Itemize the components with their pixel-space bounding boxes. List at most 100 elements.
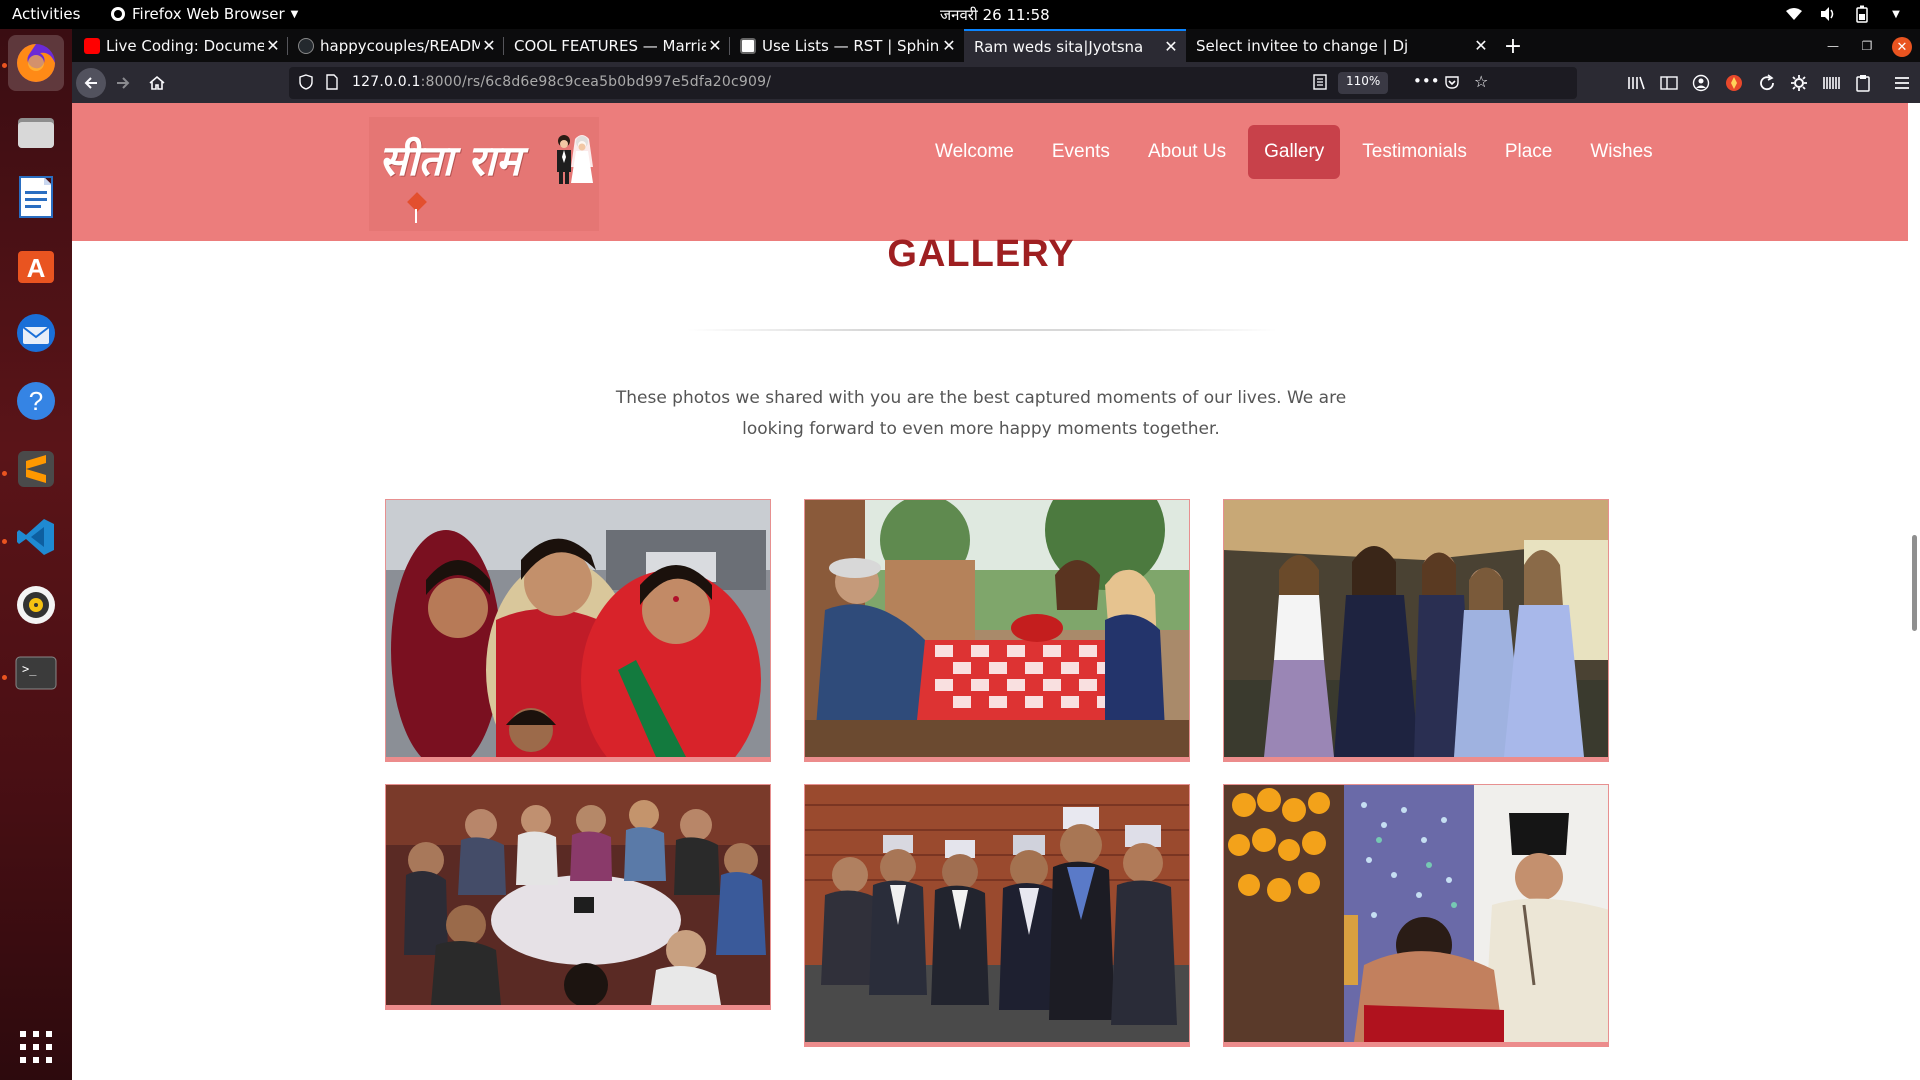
wifi-icon xyxy=(1784,4,1804,24)
extension-clipboard-icon[interactable] xyxy=(1853,73,1873,93)
gallery-photo-picnic[interactable] xyxy=(804,499,1190,762)
minimize-button[interactable]: — xyxy=(1820,33,1846,59)
photo-image xyxy=(1224,500,1608,757)
menu-welcome[interactable]: Welcome xyxy=(919,125,1030,179)
library-icon[interactable] xyxy=(1626,73,1646,93)
url-text[interactable]: 127.0.0.1:8000/rs/6c8d6e98c9cea5b0bd997e… xyxy=(352,74,771,90)
gallery-photo-group-table[interactable] xyxy=(385,784,771,1010)
pocket-icon[interactable] xyxy=(1444,74,1460,94)
close-window-button[interactable]: ✕ xyxy=(1892,37,1912,57)
reader-view-icon[interactable] xyxy=(1313,74,1327,94)
dock-thunderbird[interactable] xyxy=(8,305,64,361)
battery-icon xyxy=(1852,4,1872,24)
dock-help[interactable]: ? xyxy=(8,373,64,429)
sublime-text-icon xyxy=(18,451,54,487)
photo-image xyxy=(386,785,770,1005)
app-menu[interactable]: Firefox Web Browser ▼ xyxy=(110,5,298,23)
menu-events[interactable]: Events xyxy=(1036,125,1126,179)
sidebar-icon[interactable] xyxy=(1659,73,1679,93)
page-actions-menu-icon[interactable]: ••• xyxy=(1413,72,1440,90)
gallery-photo-elders[interactable] xyxy=(804,784,1190,1047)
tab-readme[interactable]: happycouples/README. ✕ xyxy=(288,29,504,62)
extension-barcode-icon[interactable] xyxy=(1821,73,1841,93)
restore-button[interactable]: ❐ xyxy=(1854,33,1880,59)
power-menu-icon: ▼ xyxy=(1892,8,1900,20)
tab-live-coding[interactable]: Live Coding: Documentat ✕ xyxy=(74,29,288,62)
extension-gear-icon[interactable] xyxy=(1789,73,1809,93)
close-tab-icon[interactable]: ✕ xyxy=(1162,37,1180,56)
tab-select-invitee[interactable]: Select invitee to change | Dj ✕ xyxy=(1186,29,1496,62)
running-indicator xyxy=(2,471,7,476)
system-tray[interactable]: ▼ xyxy=(1784,4,1906,24)
page-info-icon[interactable] xyxy=(325,74,339,94)
reload-icon[interactable] xyxy=(1757,73,1777,93)
volume-icon xyxy=(1818,4,1838,24)
firefox-small-icon xyxy=(111,7,125,21)
dock-sublime[interactable] xyxy=(8,441,64,497)
dock-software[interactable]: A xyxy=(8,237,64,293)
zoom-reset-button[interactable]: 110% xyxy=(1338,72,1389,94)
dock-writer[interactable] xyxy=(8,169,64,225)
forward-button[interactable] xyxy=(108,68,138,98)
home-button[interactable] xyxy=(142,68,172,98)
new-tab-button[interactable]: + xyxy=(1500,33,1526,59)
back-button[interactable] xyxy=(76,68,106,98)
close-tab-icon[interactable]: ✕ xyxy=(480,36,498,55)
menu-about-us[interactable]: About Us xyxy=(1132,125,1242,179)
running-indicator xyxy=(2,539,7,544)
gallery-photo-ceremony[interactable] xyxy=(1223,784,1609,1047)
url-bar[interactable]: 127.0.0.1:8000/rs/6c8d6e98c9cea5b0bd997e… xyxy=(289,67,1577,99)
menu-wishes[interactable]: Wishes xyxy=(1574,125,1668,179)
account-icon[interactable] xyxy=(1691,73,1711,93)
tab-ram-weds-sita[interactable]: Ram weds sita|Jyotsna ✕ xyxy=(964,29,1186,62)
dock-vscode[interactable] xyxy=(8,509,64,565)
arrow-right-icon xyxy=(117,77,130,89)
tab-cool-features[interactable]: COOL FEATURES — Marriag ✕ xyxy=(504,29,730,62)
firefox-icon xyxy=(17,44,55,82)
thunderbird-icon xyxy=(17,314,55,352)
bookmark-star-icon[interactable]: ☆ xyxy=(1474,72,1488,91)
title-divider xyxy=(687,329,1277,331)
scrollbar-thumb[interactable] xyxy=(1912,535,1917,631)
dock-rhythmbox[interactable] xyxy=(8,577,64,633)
svg-text:?: ? xyxy=(29,386,43,416)
gallery-photo-women-saris[interactable] xyxy=(385,499,771,762)
svg-text:>_: >_ xyxy=(22,662,37,676)
tab-title: Select invitee to change | Dj xyxy=(1196,36,1409,55)
chevron-down-icon: ▼ xyxy=(290,8,299,20)
close-tab-icon[interactable]: ✕ xyxy=(1472,36,1490,55)
logo-text: सीता राम xyxy=(379,136,521,185)
close-tab-icon[interactable]: ✕ xyxy=(940,36,958,55)
close-tab-icon[interactable]: ✕ xyxy=(706,36,724,55)
photo-image xyxy=(805,785,1189,1042)
tracking-shield-icon[interactable] xyxy=(299,74,313,94)
tab-use-lists[interactable]: Use Lists — RST | Sphinx ✕ xyxy=(730,29,964,62)
clock[interactable]: जनवरी 26 11:58 xyxy=(940,5,1050,25)
activities-button[interactable]: Activities xyxy=(12,5,80,23)
vscode-icon xyxy=(17,519,54,555)
system-top-bar: Activities Firefox Web Browser ▼ जनवरी 2… xyxy=(0,0,1920,29)
kite-icon xyxy=(407,192,427,212)
app-grid-icon xyxy=(20,1031,52,1063)
terminal-icon: >_ xyxy=(15,656,57,690)
doc-icon xyxy=(740,37,756,54)
hamburger-menu-icon[interactable] xyxy=(1892,73,1912,93)
close-tab-icon[interactable]: ✕ xyxy=(264,36,282,55)
site-logo[interactable]: सीता राम xyxy=(369,117,599,231)
github-icon xyxy=(298,37,314,54)
menu-gallery[interactable]: Gallery xyxy=(1248,125,1341,179)
menu-place[interactable]: Place xyxy=(1489,125,1569,179)
show-applications-button[interactable] xyxy=(18,1029,54,1065)
ubuntu-software-icon: A xyxy=(18,251,54,283)
photo-image xyxy=(386,500,770,757)
tab-title: Live Coding: Documentat xyxy=(106,36,264,55)
gallery-photo-bridesmaids[interactable] xyxy=(1223,499,1609,762)
menu-testimonials[interactable]: Testimonials xyxy=(1346,125,1483,179)
extension-red-icon[interactable] xyxy=(1724,73,1744,93)
dock-terminal[interactable]: >_ xyxy=(8,645,64,701)
dock-firefox[interactable] xyxy=(8,35,64,91)
svg-text:A: A xyxy=(27,253,46,283)
page-scrollbar[interactable] xyxy=(1908,103,1920,1080)
files-icon xyxy=(18,118,54,148)
dock-files[interactable] xyxy=(8,103,64,159)
